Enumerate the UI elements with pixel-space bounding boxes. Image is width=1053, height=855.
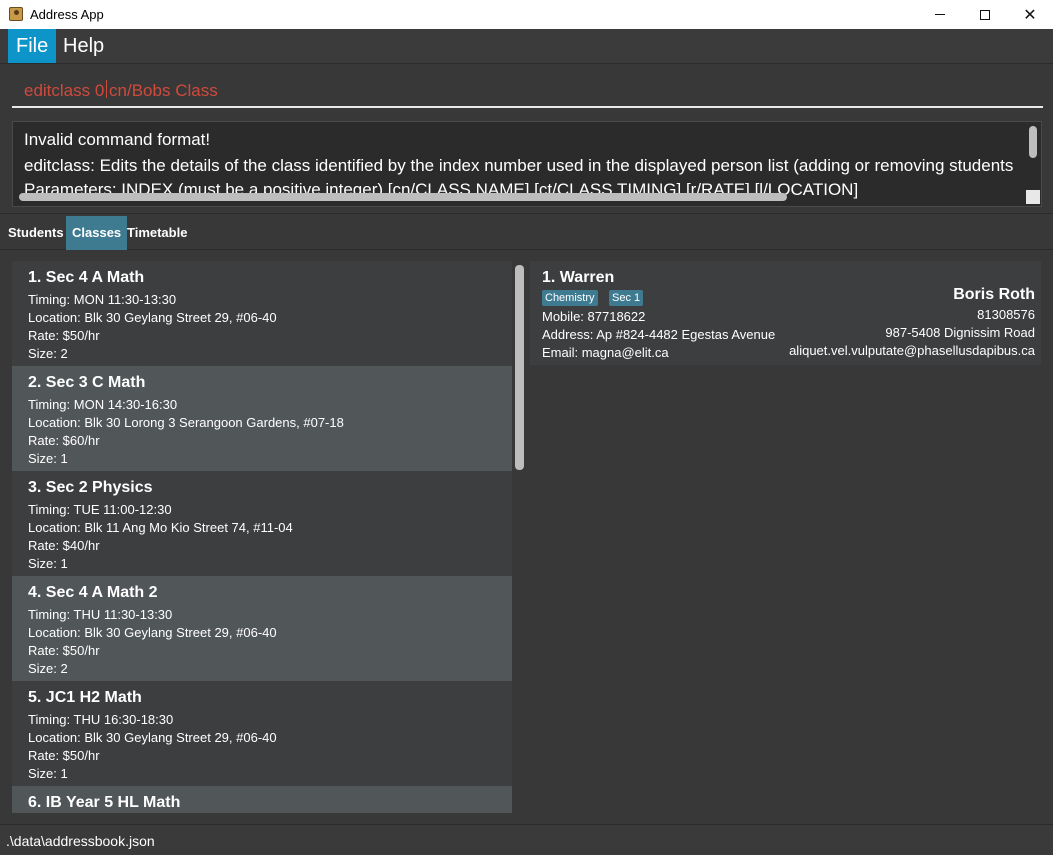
student-mobile: Mobile: 87718622: [542, 309, 646, 324]
student-address: Address: Ap #824-4482 Egestas Avenue: [542, 327, 776, 342]
class-timing: Timing: THU 11:30-13:30: [28, 607, 173, 622]
result-line: editclass: Edits the details of the clas…: [24, 156, 1014, 175]
class-location: Location: Blk 11 Ang Mo Kio Street 74, #…: [28, 520, 293, 535]
tag-badge: Chemistry: [542, 290, 598, 306]
class-title: 2. Sec 3 C Math: [28, 374, 146, 391]
class-card[interactable]: 1. Sec 4 A Math Timing: MON 11:30-13:30 …: [12, 261, 512, 366]
class-rate: Rate: $50/hr: [28, 643, 100, 658]
parent-address: 987-5408 Dignissim Road: [885, 325, 1035, 340]
student-card[interactable]: 1. Warren Chemistry Sec 1 Mobile: 877186…: [530, 261, 1041, 365]
student-name: 1. Warren: [542, 269, 615, 286]
class-size: Size: 2: [28, 661, 68, 676]
save-location: .\data\addressbook.json: [6, 833, 155, 849]
class-card[interactable]: 4. Sec 4 A Math 2 Timing: THU 11:30-13:3…: [12, 576, 512, 681]
class-location: Location: Blk 30 Geylang Street 29, #06-…: [28, 310, 277, 325]
tab-bar: Students Classes Timetable: [0, 213, 1053, 250]
tag-badge: Sec 1: [609, 290, 644, 306]
class-rate: Rate: $40/hr: [28, 538, 100, 553]
parent-name: Boris Roth: [953, 286, 1035, 303]
class-card[interactable]: 3. Sec 2 Physics Timing: TUE 11:00-12:30…: [12, 471, 512, 576]
class-location: Location: Blk 30 Geylang Street 29, #06-…: [28, 730, 277, 745]
result-display[interactable]: Invalid command format! editclass: Edits…: [12, 121, 1042, 207]
maximize-icon: [980, 9, 990, 20]
class-list-scrollbar[interactable]: [515, 265, 524, 470]
class-title: 3. Sec 2 Physics: [28, 479, 153, 496]
maximize-button[interactable]: [962, 0, 1008, 29]
command-input[interactable]: [12, 76, 1043, 108]
class-timing: Timing: MON 14:30-16:30: [28, 397, 178, 412]
class-card[interactable]: 5. JC1 H2 Math Timing: THU 16:30-18:30 L…: [12, 681, 512, 786]
class-size: Size: 2: [28, 346, 68, 361]
class-title: 5. JC1 H2 Math: [28, 689, 142, 706]
class-location: Location: Blk 30 Geylang Street 29, #06-…: [28, 625, 277, 640]
menu-file[interactable]: File: [8, 29, 57, 63]
close-button[interactable]: ✕: [1007, 0, 1053, 29]
minimize-icon: [935, 14, 945, 15]
minimize-button[interactable]: [917, 0, 963, 29]
class-rate: Rate: $60/hr: [28, 433, 100, 448]
tab-classes[interactable]: Classes: [66, 216, 128, 250]
class-timing: Timing: MON 11:30-13:30: [28, 292, 177, 307]
close-icon: ✕: [1023, 6, 1037, 24]
tab-timetable[interactable]: Timetable: [121, 216, 193, 250]
class-title: 6. IB Year 5 HL Math: [28, 794, 181, 811]
menu-help[interactable]: Help: [55, 29, 112, 63]
text-caret: [106, 80, 107, 98]
student-email: Email: magna@elit.ca: [542, 345, 669, 360]
class-title: 1. Sec 4 A Math: [28, 269, 145, 286]
class-size: Size: 1: [28, 451, 68, 466]
menu-bar: File Help: [0, 29, 1053, 64]
result-vertical-scrollbar[interactable]: [1029, 126, 1037, 158]
class-card[interactable]: 2. Sec 3 C Math Timing: MON 14:30-16:30 …: [12, 366, 512, 471]
app-icon: [9, 7, 23, 21]
class-size: Size: 1: [28, 556, 68, 571]
class-rate: Rate: $50/hr: [28, 328, 100, 343]
result-horizontal-scrollbar[interactable]: [19, 193, 787, 201]
parent-email: aliquet.vel.vulputate@phasellusdapibus.c…: [789, 343, 1035, 358]
class-title: 4. Sec 4 A Math 2: [28, 584, 158, 601]
command-box: [0, 64, 1053, 114]
parent-phone: 81308576: [977, 307, 1035, 322]
tab-students[interactable]: Students: [2, 216, 70, 250]
class-card[interactable]: 6. IB Year 5 HL Math: [12, 786, 512, 813]
scroll-corner: [1026, 190, 1040, 204]
result-line: Invalid command format!: [24, 130, 211, 149]
class-timing: Timing: TUE 11:00-12:30: [28, 502, 172, 517]
title-bar: Address App ✕: [0, 0, 1053, 29]
window-title: Address App: [30, 7, 104, 22]
class-list[interactable]: 1. Sec 4 A Math Timing: MON 11:30-13:30 …: [12, 261, 512, 813]
class-size: Size: 1: [28, 766, 68, 781]
class-rate: Rate: $50/hr: [28, 748, 100, 763]
class-location: Location: Blk 30 Lorong 3 Serangoon Gard…: [28, 415, 344, 430]
class-timing: Timing: THU 16:30-18:30: [28, 712, 174, 727]
student-panel: 1. Warren Chemistry Sec 1 Mobile: 877186…: [530, 261, 1041, 813]
status-bar: .\data\addressbook.json: [0, 824, 1053, 855]
